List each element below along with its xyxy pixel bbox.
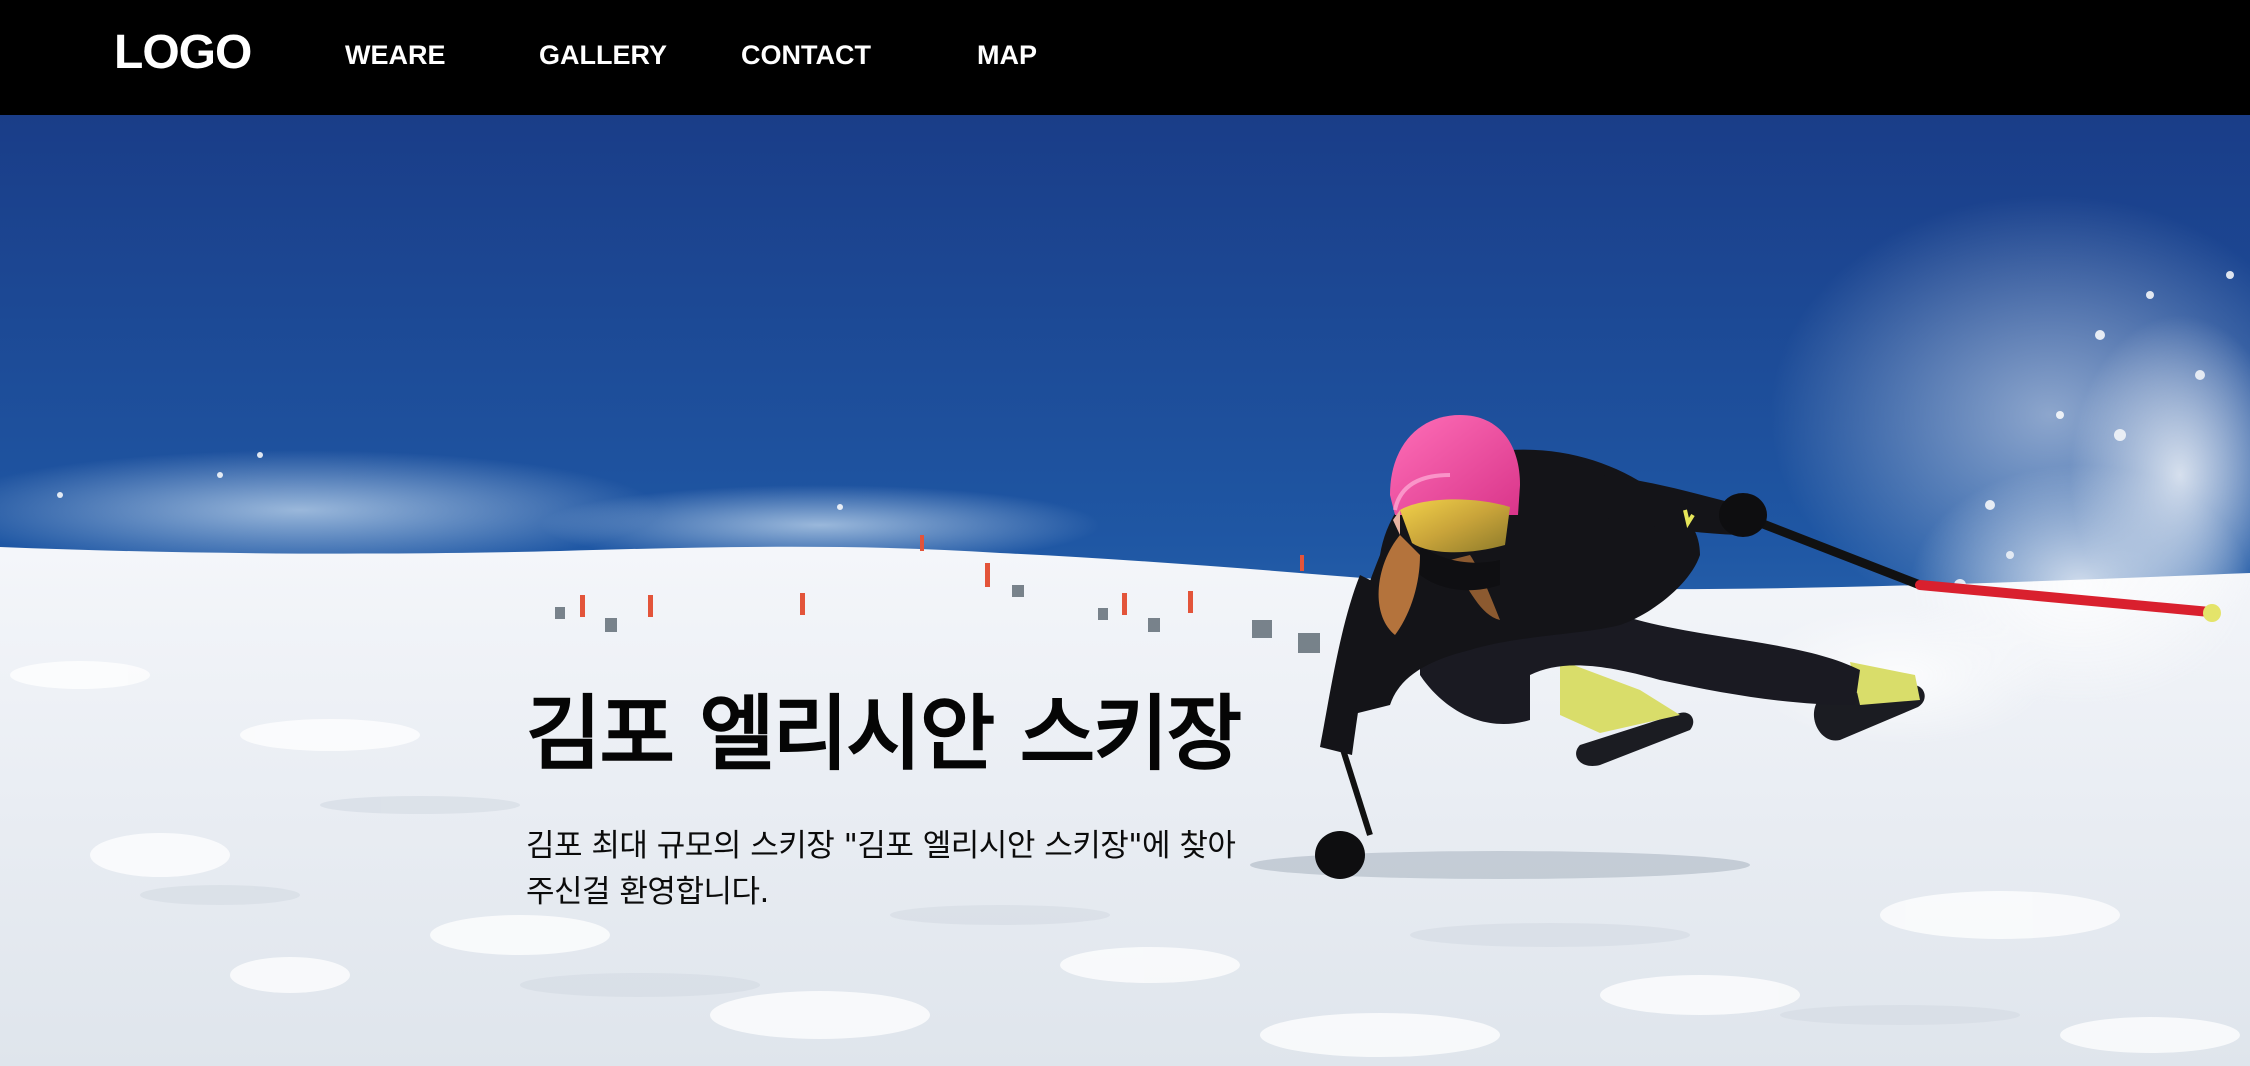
nav-link-contact[interactable]: CONTACT: [741, 38, 871, 72]
nav-link-weare[interactable]: WEARE: [345, 38, 446, 72]
hero-description: 김포 최대 규모의 스키장 "김포 엘리시안 스키장"에 찾아주신걸 환영합니다…: [526, 828, 1236, 910]
nav-link-map[interactable]: MAP: [977, 38, 1037, 72]
hero-skier-image: [0, 115, 2250, 1066]
hero-title: 김포 엘리시안 스키장: [526, 687, 1242, 782]
page: LOGO WEARE GALLERY CONTACT MAP 김포 엘리시안 스…: [0, 0, 2250, 1066]
site-logo[interactable]: LOGO: [114, 24, 252, 82]
nav-link-gallery[interactable]: GALLERY: [539, 38, 667, 72]
hero-section: 김포 엘리시안 스키장 김포 최대 규모의 스키장 "김포 엘리시안 스키장"에…: [0, 115, 2250, 1066]
top-navigation-bar: LOGO WEARE GALLERY CONTACT MAP: [0, 0, 2250, 115]
